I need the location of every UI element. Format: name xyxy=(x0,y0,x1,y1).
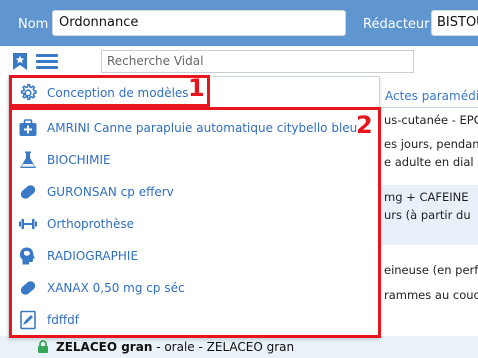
background-text-line: us-cutanée - EPO xyxy=(384,113,478,127)
prescription-row[interactable]: ZELACEO gran - orale - ZELACEO gran xyxy=(0,336,478,358)
header-bar: Nom Ordonnance Rédacteur BISTOU xyxy=(0,0,478,46)
highlight-box-1 xyxy=(9,75,210,107)
vidal-search-input[interactable]: Recherche Vidal xyxy=(101,50,414,73)
redacteur-field[interactable]: BISTOU xyxy=(431,10,478,36)
background-text-line: rammes au couc xyxy=(384,288,478,302)
tab-actes-paramedicaux[interactable]: Actes paramédi xyxy=(380,86,478,108)
toolbar: Recherche Vidal xyxy=(0,46,478,76)
marker-number-1: 1 xyxy=(188,74,205,102)
hamburger-menu-icon[interactable] xyxy=(36,54,58,70)
background-text-line: es jours, pendan xyxy=(384,137,478,151)
highlight-box-2 xyxy=(9,107,381,338)
lock-icon xyxy=(37,340,49,353)
drug-details: - orale - ZELACEO gran xyxy=(152,340,295,354)
background-text-line: urs (à partir du xyxy=(384,208,471,222)
background-text-line: eineuse (en perf xyxy=(384,263,478,277)
nom-field[interactable]: Ordonnance xyxy=(52,10,346,36)
nom-label: Nom xyxy=(18,17,49,32)
prescription-text: ZELACEO gran - orale - ZELACEO gran xyxy=(56,340,294,354)
bookmark-star-icon[interactable] xyxy=(12,52,28,71)
drug-name: ZELACEO gran xyxy=(56,340,153,354)
background-text-line: e adulte en dial xyxy=(384,155,474,169)
redacteur-label: Rédacteur xyxy=(363,17,430,32)
background-text-line: mg + CAFEINE xyxy=(384,190,469,204)
marker-number-2: 2 xyxy=(356,111,373,139)
